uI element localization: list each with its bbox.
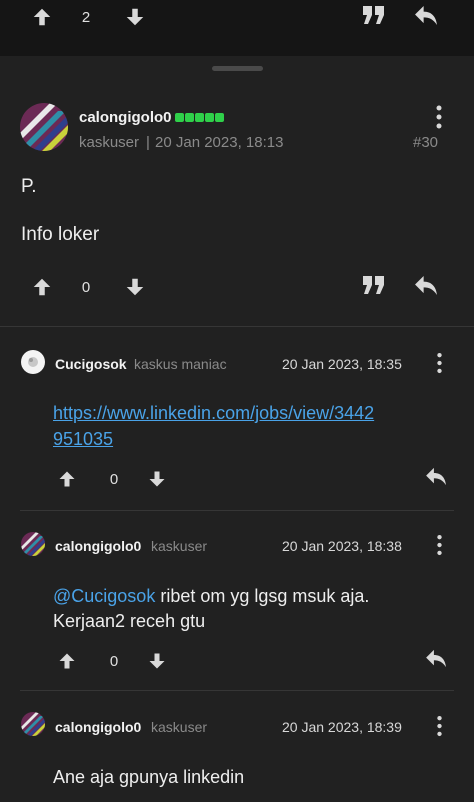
more-options-icon[interactable] bbox=[436, 715, 443, 737]
reply-icon[interactable] bbox=[425, 467, 448, 486]
reply-text-line: Kerjaan2 receh gtu bbox=[53, 611, 206, 631]
post-timestamp: 20 Jan 2023, 18:13 bbox=[155, 134, 284, 151]
more-options-icon[interactable] bbox=[435, 105, 443, 129]
reply-username[interactable]: Cucigosok bbox=[55, 356, 127, 372]
post-number[interactable]: #30 bbox=[413, 134, 438, 151]
vote-count: 2 bbox=[81, 9, 91, 26]
reply-icon[interactable] bbox=[414, 275, 439, 296]
avatar[interactable] bbox=[20, 103, 68, 151]
divider bbox=[20, 690, 454, 691]
post-body-line: Info loker bbox=[21, 224, 100, 245]
reply-rank: kaskus maniac bbox=[134, 356, 227, 372]
upvote-icon[interactable] bbox=[57, 469, 77, 489]
avatar[interactable] bbox=[21, 350, 45, 374]
reply-rank: kaskuser bbox=[151, 538, 208, 554]
divider bbox=[0, 326, 474, 327]
avatar[interactable] bbox=[21, 532, 45, 556]
avatar[interactable] bbox=[21, 712, 45, 736]
reply-text: ribet om yg lgsg msuk aja. bbox=[155, 586, 370, 606]
upvote-icon[interactable] bbox=[57, 651, 77, 671]
vote-count: 0 bbox=[109, 471, 119, 488]
reply-text-line: @Cucigosok ribet om yg lgsg msuk aja. bbox=[53, 583, 369, 609]
job-link[interactable]: https://www.linkedin.com/jobs/view/3442 bbox=[53, 400, 374, 426]
quote-icon[interactable] bbox=[362, 5, 386, 25]
reply-text-line: Ane aja gpunya linkedin bbox=[53, 767, 245, 787]
user-mention[interactable]: @Cucigosok bbox=[53, 586, 155, 606]
reply-timestamp: 20 Jan 2023, 18:38 bbox=[282, 538, 402, 554]
more-options-icon[interactable] bbox=[436, 534, 443, 556]
post-username[interactable]: calongigolo0 bbox=[79, 109, 172, 126]
job-link[interactable]: 951035 bbox=[53, 426, 113, 452]
post-body-line: P. bbox=[21, 176, 37, 197]
vote-count: 0 bbox=[81, 279, 91, 296]
reply-icon[interactable] bbox=[425, 649, 448, 668]
upvote-icon[interactable] bbox=[31, 276, 53, 298]
reply-username[interactable]: calongigolo0 bbox=[55, 538, 141, 554]
reply-timestamp: 20 Jan 2023, 18:39 bbox=[282, 719, 402, 735]
downvote-icon[interactable] bbox=[147, 469, 167, 489]
reply-rank: kaskuser bbox=[151, 719, 208, 735]
user-level-indicator bbox=[175, 113, 224, 122]
drag-handle[interactable] bbox=[212, 66, 263, 71]
downvote-icon[interactable] bbox=[147, 651, 167, 671]
downvote-icon[interactable] bbox=[124, 276, 146, 298]
meta-separator: | bbox=[146, 134, 150, 151]
quote-icon[interactable] bbox=[362, 275, 386, 295]
reply-timestamp: 20 Jan 2023, 18:35 bbox=[282, 356, 402, 372]
more-options-icon[interactable] bbox=[436, 352, 443, 374]
post-rank: kaskuser bbox=[79, 134, 140, 151]
previous-post-action-bar: 2 bbox=[0, 0, 474, 56]
downvote-icon[interactable] bbox=[124, 6, 146, 28]
divider bbox=[20, 510, 454, 511]
reply-icon[interactable] bbox=[414, 5, 439, 26]
vote-count: 0 bbox=[109, 653, 119, 670]
upvote-icon[interactable] bbox=[31, 6, 53, 28]
reply-username[interactable]: calongigolo0 bbox=[55, 719, 141, 735]
